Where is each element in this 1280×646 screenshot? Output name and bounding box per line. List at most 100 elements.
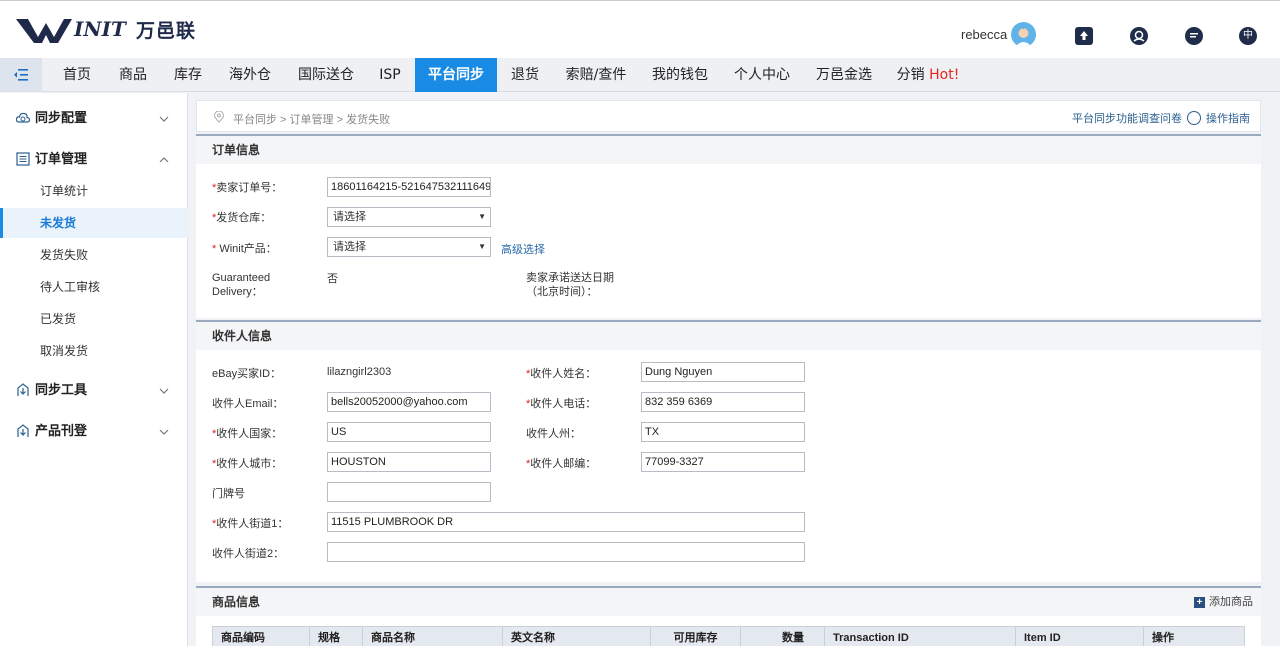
language-icon[interactable]: 中 — [1239, 27, 1257, 45]
warehouse-select[interactable]: 请选择 ▼ — [327, 207, 491, 227]
ebay-id-label: eBay买家ID： — [212, 368, 282, 380]
nav-distribution[interactable]: 分销 Hot! — [890, 58, 966, 92]
sidebar-group-order-management[interactable]: 订单管理 — [0, 144, 188, 174]
zip-label: *收件人邮编： — [526, 458, 597, 470]
email-label: 收件人Email： — [212, 398, 284, 410]
sidebar-group-label: 同步工具 — [35, 382, 88, 397]
zip-field[interactable]: 77099-3327 — [641, 452, 805, 472]
support-icon[interactable] — [1130, 27, 1148, 45]
column-header[interactable]: Transaction ID — [825, 627, 1016, 646]
nav-winit-selection[interactable]: 万邑金选 — [806, 58, 882, 92]
main-content: 平台同步 > 订单管理 > 发货失败 平台同步功能调查问卷 操作指南 订单信息 … — [196, 100, 1261, 646]
chevron-down-icon — [159, 429, 169, 435]
list-icon — [16, 152, 30, 166]
winit-logo-mark: INIT — [16, 17, 128, 43]
section-title: 商品信息 + 添加商品 — [196, 588, 1261, 616]
street2-field[interactable] — [327, 542, 805, 562]
column-header[interactable]: 数量 — [741, 627, 825, 646]
nav-personal-center[interactable]: 个人中心 — [724, 58, 800, 92]
sidebar-item-unshipped[interactable]: 未发货 — [0, 208, 188, 238]
ebay-id-value: lilazngirl2303 — [327, 366, 392, 378]
goods-info-section: 商品信息 + 添加商品 商品编码 规格 商品名称 英文名称 可用库存 数量 Tra… — [196, 586, 1261, 646]
breadcrumb: 平台同步 > 订单管理 > 发货失败 平台同步功能调查问卷 操作指南 — [196, 100, 1261, 132]
receiver-name-label: *收件人姓名： — [526, 368, 597, 380]
hot-badge: Hot! — [929, 67, 960, 83]
receiver-name-input[interactable]: Dung Nguyen — [641, 362, 805, 382]
street1-field[interactable]: 11515 PLUMBROOK DR — [327, 512, 805, 532]
nav-overseas-warehouse[interactable]: 海外仓 — [218, 58, 282, 92]
nav-distribution-label: 分销 — [896, 67, 925, 83]
state-label: 收件人州： — [526, 428, 581, 440]
chevron-up-icon — [159, 157, 169, 163]
order-info-section: 订单信息 *卖家订单号： 18601164215-521647532111649… — [196, 134, 1261, 318]
add-goods-button[interactable]: + 添加商品 — [1194, 588, 1253, 616]
dropdown-arrow-icon: ▼ — [478, 212, 486, 221]
guaranteed-delivery-label: Guaranteed Delivery： — [212, 272, 271, 298]
guide-link[interactable]: 操作指南 — [1206, 110, 1250, 126]
tools-icon — [17, 383, 29, 396]
cloud-sync-icon — [16, 112, 30, 123]
winit-logo[interactable]: INIT 万邑联 — [16, 13, 196, 45]
menu-toggle-icon[interactable] — [0, 58, 42, 92]
promise-date-label: 卖家承诺送达日期 （北京时间）： — [526, 272, 614, 298]
seller-order-input[interactable]: 18601164215-5216475321116490 — [327, 177, 491, 197]
column-header[interactable]: 英文名称 — [503, 627, 651, 646]
nav-platform-sync[interactable]: 平台同步 — [415, 58, 497, 92]
nav-returns[interactable]: 退货 — [502, 58, 548, 92]
sidebar-item-manual-review[interactable]: 待人工审核 — [0, 272, 188, 302]
upload-icon[interactable] — [1075, 27, 1093, 45]
column-header[interactable]: 规格 — [310, 627, 363, 646]
column-header[interactable]: 可用库存 — [651, 627, 741, 646]
column-header[interactable]: 商品名称 — [363, 627, 503, 646]
avatar[interactable] — [1011, 22, 1036, 47]
door-number-label: 门牌号 — [212, 488, 245, 500]
breadcrumb-path[interactable]: 平台同步 > 订单管理 > 发货失败 — [233, 111, 390, 127]
winit-product-label: * Winit产品： — [212, 243, 277, 255]
sidebar-group-label: 订单管理 — [35, 151, 88, 166]
phone-field[interactable]: 832 359 6369 — [641, 392, 805, 412]
sidebar-item-ship-failed[interactable]: 发货失败 — [0, 240, 188, 270]
country-field[interactable]: US — [327, 422, 491, 442]
sidebar-item-order-stats[interactable]: 订单统计 — [0, 176, 188, 206]
sidebar-group-sync-config[interactable]: 同步配置 — [0, 103, 188, 133]
nav-isp[interactable]: ISP — [370, 58, 410, 92]
main-nav: 首页 商品 库存 海外仓 国际送仓 ISP 平台同步 退货 索赔/查件 我的钱包… — [0, 58, 1280, 92]
goods-table-header: 商品编码 规格 商品名称 英文名称 可用库存 数量 Transaction ID… — [212, 626, 1245, 646]
city-label: *收件人城市： — [212, 458, 283, 470]
user-name[interactable]: rebecca — [961, 27, 1007, 42]
top-header: INIT 万邑联 rebecca 中 — [0, 0, 1280, 58]
column-header[interactable]: Item ID — [1016, 627, 1144, 646]
compass-icon[interactable] — [1187, 111, 1201, 125]
sidebar-group-product-listing[interactable]: 产品刊登 — [0, 416, 188, 446]
nav-inventory[interactable]: 库存 — [164, 58, 212, 92]
location-pin-icon — [213, 111, 225, 123]
sidebar-item-shipped[interactable]: 已发货 — [0, 304, 188, 334]
nav-wallet[interactable]: 我的钱包 — [644, 58, 716, 92]
sidebar-item-cancelled[interactable]: 取消发货 — [0, 336, 188, 366]
sidebar-group-sync-tools[interactable]: 同步工具 — [0, 375, 188, 405]
message-icon[interactable] — [1185, 27, 1203, 45]
column-header[interactable]: 商品编码 — [213, 627, 310, 646]
city-field[interactable]: HOUSTON — [327, 452, 491, 472]
phone-label: *收件人电话： — [526, 398, 597, 410]
nav-claims[interactable]: 索赔/查件 — [556, 58, 636, 92]
breadcrumb-actions: 平台同步功能调查问卷 操作指南 — [1072, 110, 1250, 126]
email-field[interactable]: bells20052000@yahoo.com — [327, 392, 491, 412]
logo-chinese-text: 万邑联 — [136, 19, 197, 42]
door-number-field[interactable] — [327, 482, 491, 502]
nav-products[interactable]: 商品 — [108, 58, 158, 92]
street2-label: 收件人街道2： — [212, 548, 285, 560]
svg-text:INIT: INIT — [73, 17, 128, 41]
receiver-info-section: 收件人信息 eBay买家ID： lilazngirl2303 *收件人姓名： D… — [196, 320, 1261, 582]
country-label: *收件人国家： — [212, 428, 283, 440]
advanced-select-link[interactable]: 高级选择 — [501, 241, 545, 257]
column-header[interactable]: 操作 — [1144, 627, 1244, 646]
language-label: 中 — [1243, 30, 1253, 41]
survey-link[interactable]: 平台同步功能调查问卷 — [1072, 110, 1182, 126]
plus-icon: + — [1194, 596, 1205, 608]
section-title: 订单信息 — [196, 136, 1261, 164]
nav-international-delivery[interactable]: 国际送仓 — [288, 58, 364, 92]
state-field[interactable]: TX — [641, 422, 805, 442]
nav-home[interactable]: 首页 — [52, 58, 102, 92]
winit-product-select[interactable]: 请选择 ▼ — [327, 237, 491, 257]
